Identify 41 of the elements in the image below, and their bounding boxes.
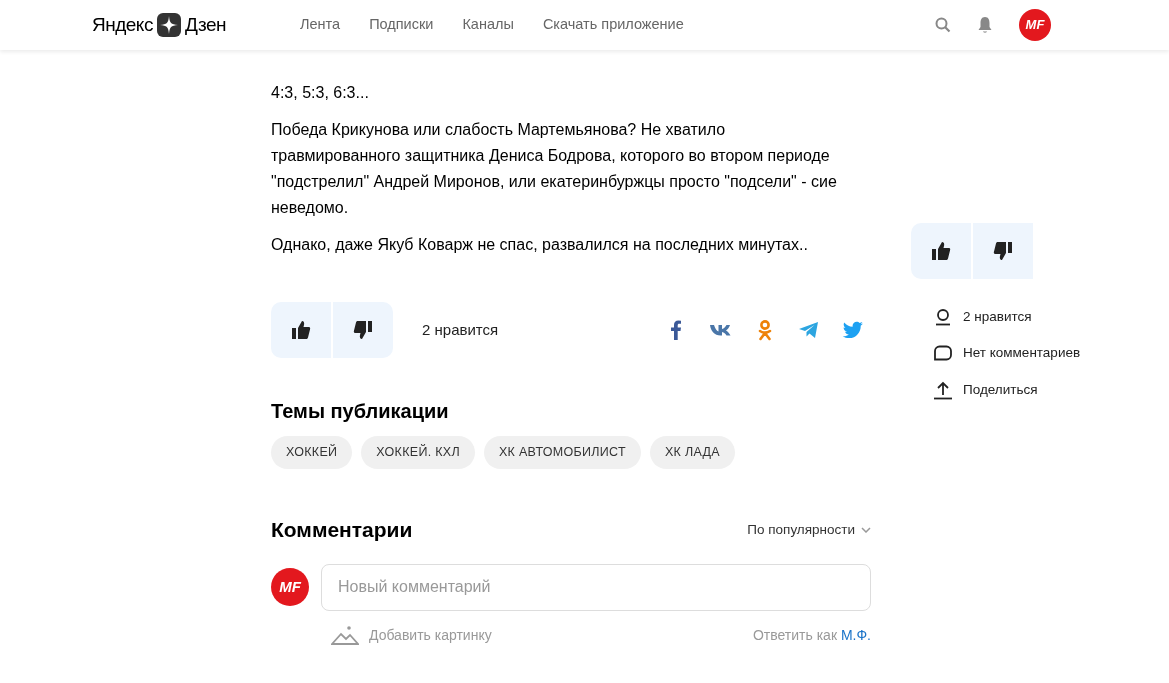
user-link[interactable]: М.Ф. xyxy=(840,626,871,643)
paragraph: Однако, даже Якуб Коварж не спас, развалился на последних минутах.. xyxy=(271,235,809,255)
topic-tag[interactable]: ХК ЛАДА xyxy=(649,436,735,469)
nav-link[interactable]: Подписки xyxy=(369,14,434,36)
topic-tag[interactable]: ХОККЕЙ. КХЛ xyxy=(361,436,475,469)
upload-icon xyxy=(933,379,953,400)
speech-bubble-icon xyxy=(933,345,953,362)
nav-link[interactable]: Каналы xyxy=(462,14,514,36)
like-button[interactable] xyxy=(271,302,331,358)
thumbs-up-icon xyxy=(291,320,311,340)
section-title: Комментарии xyxy=(271,517,413,543)
person-icon xyxy=(934,308,952,327)
logo-text[interactable]: Яндекс xyxy=(92,10,153,40)
thumbs-down-icon xyxy=(353,320,373,340)
sort-dropdown[interactable]: По популярности xyxy=(747,519,871,540)
comment-field[interactable]: Новый комментарий xyxy=(321,563,871,611)
mountain-icon xyxy=(331,625,359,645)
logo-icon[interactable] xyxy=(156,13,181,37)
nav-link[interactable]: Скачать приложение xyxy=(542,14,684,36)
avatar[interactable]: MF xyxy=(1019,9,1051,41)
dislike-button[interactable] xyxy=(333,302,393,358)
dislike-button[interactable] xyxy=(973,223,1033,279)
sidebar-stat[interactable]: Нет комментариев xyxy=(933,343,1081,364)
logo-text[interactable]: Дзен xyxy=(184,10,226,40)
avatar: MF xyxy=(271,568,309,606)
search-icon[interactable] xyxy=(935,17,951,33)
paragraph: Победа Крикунова или слабость Мартемьянова? Не хватило травмированного защитника Дениса Бодрова, которого во втором периоде "подстрелил" Андрей Миронов, или екатеринбуржцы просто "подсели" - сие неведомо. xyxy=(271,120,838,218)
topic-tag[interactable]: ХК АВТОМОБИЛИСТ xyxy=(483,436,641,469)
like-button[interactable] xyxy=(911,223,971,279)
thumbs-down-icon xyxy=(993,241,1013,261)
paragraph: 4:3, 5:3, 6:3... xyxy=(271,83,370,103)
thumbs-up-icon xyxy=(931,241,951,261)
section-title: Темы публикации xyxy=(271,399,450,424)
sidebar-stat[interactable]: 2 нравится xyxy=(933,307,1081,328)
reply-as-text: Ответить как М.Ф. xyxy=(752,625,871,645)
bell-icon[interactable] xyxy=(977,16,993,34)
chevron-down-icon xyxy=(861,526,871,533)
sidebar-stat[interactable]: Поделиться xyxy=(933,379,1081,400)
topic-tag[interactable]: ХОККЕЙ xyxy=(271,436,353,469)
nav-link[interactable]: Лента xyxy=(300,14,341,36)
likes-count: 2 нравится xyxy=(422,319,499,340)
